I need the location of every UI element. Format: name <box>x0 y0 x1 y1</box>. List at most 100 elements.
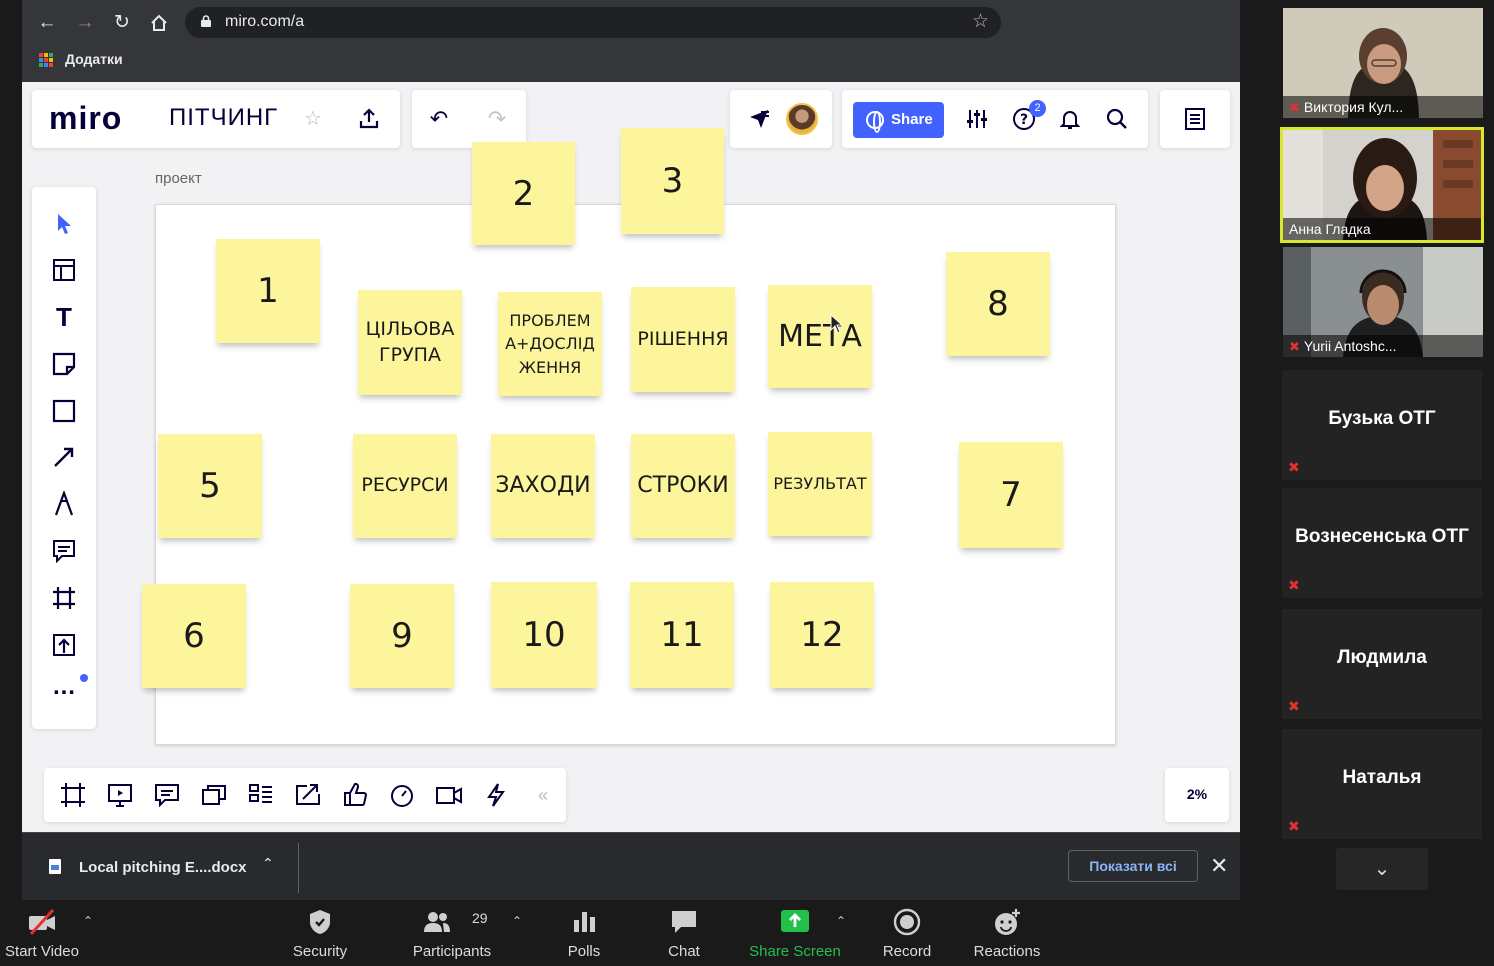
export-icon[interactable] <box>354 104 384 134</box>
select-cursor-icon[interactable] <box>49 209 79 239</box>
sticky-note[interactable]: 3 <box>621 128 724 234</box>
screen-share-icon[interactable] <box>293 780 323 810</box>
notifications-bell-icon[interactable] <box>1055 104 1085 134</box>
voting-icon[interactable] <box>340 780 370 810</box>
user-avatar[interactable] <box>786 103 818 135</box>
polls-button[interactable]: Polls <box>554 900 614 966</box>
participant-video-active-speaker[interactable]: Анна Гладка <box>1280 127 1484 243</box>
connection-line-icon[interactable] <box>49 442 79 472</box>
sticky-note[interactable]: 1 <box>216 239 320 343</box>
bookmark-star-icon[interactable]: ☆ <box>972 10 989 33</box>
close-icon[interactable]: ✕ <box>1210 853 1228 879</box>
zoom-level-panel[interactable]: 2% <box>1165 768 1229 822</box>
reload-icon[interactable]: ↻ <box>109 10 135 36</box>
participant-tile[interactable]: Вознесенська ОТГ ✖ <box>1282 488 1482 598</box>
sticky-note[interactable]: РІШЕННЯ <box>631 287 735 392</box>
cards-icon[interactable] <box>199 780 229 810</box>
record-button[interactable]: Record <box>874 900 940 966</box>
settings-sliders-icon[interactable] <box>962 104 992 134</box>
sticky-note[interactable]: 6 <box>142 584 246 688</box>
download-file-name[interactable]: Local pitching E....docx <box>79 859 247 876</box>
star-icon[interactable]: ☆ <box>298 104 328 134</box>
frames-icon[interactable] <box>58 780 88 810</box>
sticky-note[interactable]: 12 <box>770 582 874 688</box>
home-icon[interactable] <box>146 10 172 36</box>
chevron-up-icon[interactable]: ⌃ <box>512 914 522 928</box>
forward-icon[interactable]: → <box>72 10 98 36</box>
timer-icon[interactable] <box>387 780 417 810</box>
browser-chrome: ← → ↻ miro.com/a ☆ Додатки <box>22 0 1240 82</box>
mouse-cursor-icon <box>830 314 844 334</box>
shape-tool-icon[interactable] <box>49 396 79 426</box>
comment-tool-icon[interactable] <box>49 536 79 566</box>
security-button[interactable]: Security <box>280 900 360 966</box>
participant-tile[interactable]: Бузька ОТГ ✖ <box>1282 370 1482 480</box>
comments-icon[interactable] <box>152 780 182 810</box>
more-tools-icon[interactable]: … <box>49 675 79 707</box>
participants-icon <box>424 912 451 932</box>
chevron-down-icon[interactable]: ⌄ <box>1336 848 1428 890</box>
apps-grid-icon[interactable] <box>39 53 53 67</box>
participant-tile[interactable]: Наталья ✖ <box>1282 729 1482 839</box>
participant-name: Людмила <box>1337 647 1427 668</box>
lightning-icon[interactable] <box>481 780 511 810</box>
participant-name: Наталья <box>1342 767 1422 788</box>
show-all-downloads-button[interactable]: Показати всі <box>1068 850 1198 882</box>
share-button[interactable]: Share <box>853 102 944 138</box>
reactions-button[interactable]: Reactions <box>966 900 1048 966</box>
board-title[interactable]: ПІТЧИНГ <box>169 104 278 132</box>
sticky-note[interactable]: РЕСУРСИ <box>353 434 457 538</box>
sticky-note[interactable]: 9 <box>350 584 454 688</box>
sticky-note[interactable]: СТРОКИ <box>631 434 735 538</box>
sticky-note[interactable]: 5 <box>158 434 262 538</box>
chevron-up-icon[interactable]: ⌃ <box>83 914 93 928</box>
sticky-note[interactable]: 11 <box>630 582 734 688</box>
bookmarks-apps-label[interactable]: Додатки <box>65 51 123 67</box>
participant-tile[interactable]: Людмила ✖ <box>1282 609 1482 719</box>
sticky-note[interactable]: МЕТА <box>768 285 872 388</box>
participants-gallery: ✖ Виктория Кул... Анна Гладка ✖ Yurii An… <box>1240 0 1494 900</box>
chat-button[interactable]: Chat <box>654 900 714 966</box>
address-bar[interactable]: miro.com/a ☆ <box>185 7 1001 38</box>
video-chat-icon[interactable] <box>434 780 464 810</box>
sticky-note-tool-icon[interactable] <box>49 349 79 379</box>
participant-video[interactable]: ✖ Yurii Antoshc... <box>1283 247 1483 357</box>
mic-muted-icon: ✖ <box>1288 577 1300 593</box>
collapse-toolbar-icon[interactable]: « <box>528 780 558 810</box>
chevron-up-icon[interactable]: ⌃ <box>262 855 274 872</box>
mic-muted-icon: ✖ <box>1288 818 1300 834</box>
sticky-note[interactable]: ЗАХОДИ <box>491 434 595 538</box>
start-video-button[interactable]: Start Video <box>0 900 84 966</box>
back-icon[interactable]: ← <box>34 10 60 36</box>
sticky-note[interactable]: ПРОБЛЕМ А+ДОСЛІД ЖЕННЯ <box>498 292 602 396</box>
sticky-note[interactable]: 2 <box>472 142 575 245</box>
frame-tool-icon[interactable] <box>49 583 79 613</box>
participant-name-bar: ✖ Виктория Кул... <box>1283 96 1483 118</box>
share-screen-button[interactable]: Share Screen <box>742 900 848 966</box>
sticky-note[interactable]: 7 <box>959 442 1063 548</box>
participant-video[interactable]: ✖ Виктория Кул... <box>1283 8 1483 118</box>
undo-icon[interactable]: ↶ <box>424 104 454 134</box>
kanban-icon[interactable] <box>246 780 276 810</box>
sticky-note[interactable]: ЦІЛЬОВА ГРУПА <box>358 290 462 395</box>
upload-tool-icon[interactable] <box>49 630 79 660</box>
shared-screen: ← → ↻ miro.com/a ☆ Додатки miro ПІТЧИНГ … <box>22 0 1240 900</box>
templates-icon[interactable] <box>49 255 79 285</box>
sticky-note[interactable]: 8 <box>946 252 1050 356</box>
mic-muted-icon: ✖ <box>1288 698 1300 714</box>
sticky-note[interactable]: РЕЗУЛЬТАТ <box>768 432 872 536</box>
miro-logo[interactable]: miro <box>49 100 122 137</box>
presentation-icon[interactable] <box>105 780 135 810</box>
follow-cursor-icon[interactable] <box>744 104 774 134</box>
redo-icon[interactable]: ↷ <box>482 104 512 134</box>
miro-board-canvas[interactable]: miro ПІТЧИНГ ☆ ↶ ↷ Share ? 2 проект 2 3 … <box>22 82 1240 832</box>
sticky-note[interactable]: 10 <box>491 582 597 688</box>
chevron-up-icon[interactable]: ⌃ <box>836 914 846 928</box>
search-icon[interactable] <box>1102 104 1132 134</box>
text-tool-icon[interactable]: T <box>49 302 79 332</box>
chat-icon <box>672 911 696 933</box>
participants-button[interactable]: 29 Participants <box>406 900 498 966</box>
pen-tool-icon[interactable] <box>49 489 79 519</box>
frame-label[interactable]: проект <box>155 170 202 187</box>
board-menu-icon[interactable] <box>1180 104 1210 134</box>
